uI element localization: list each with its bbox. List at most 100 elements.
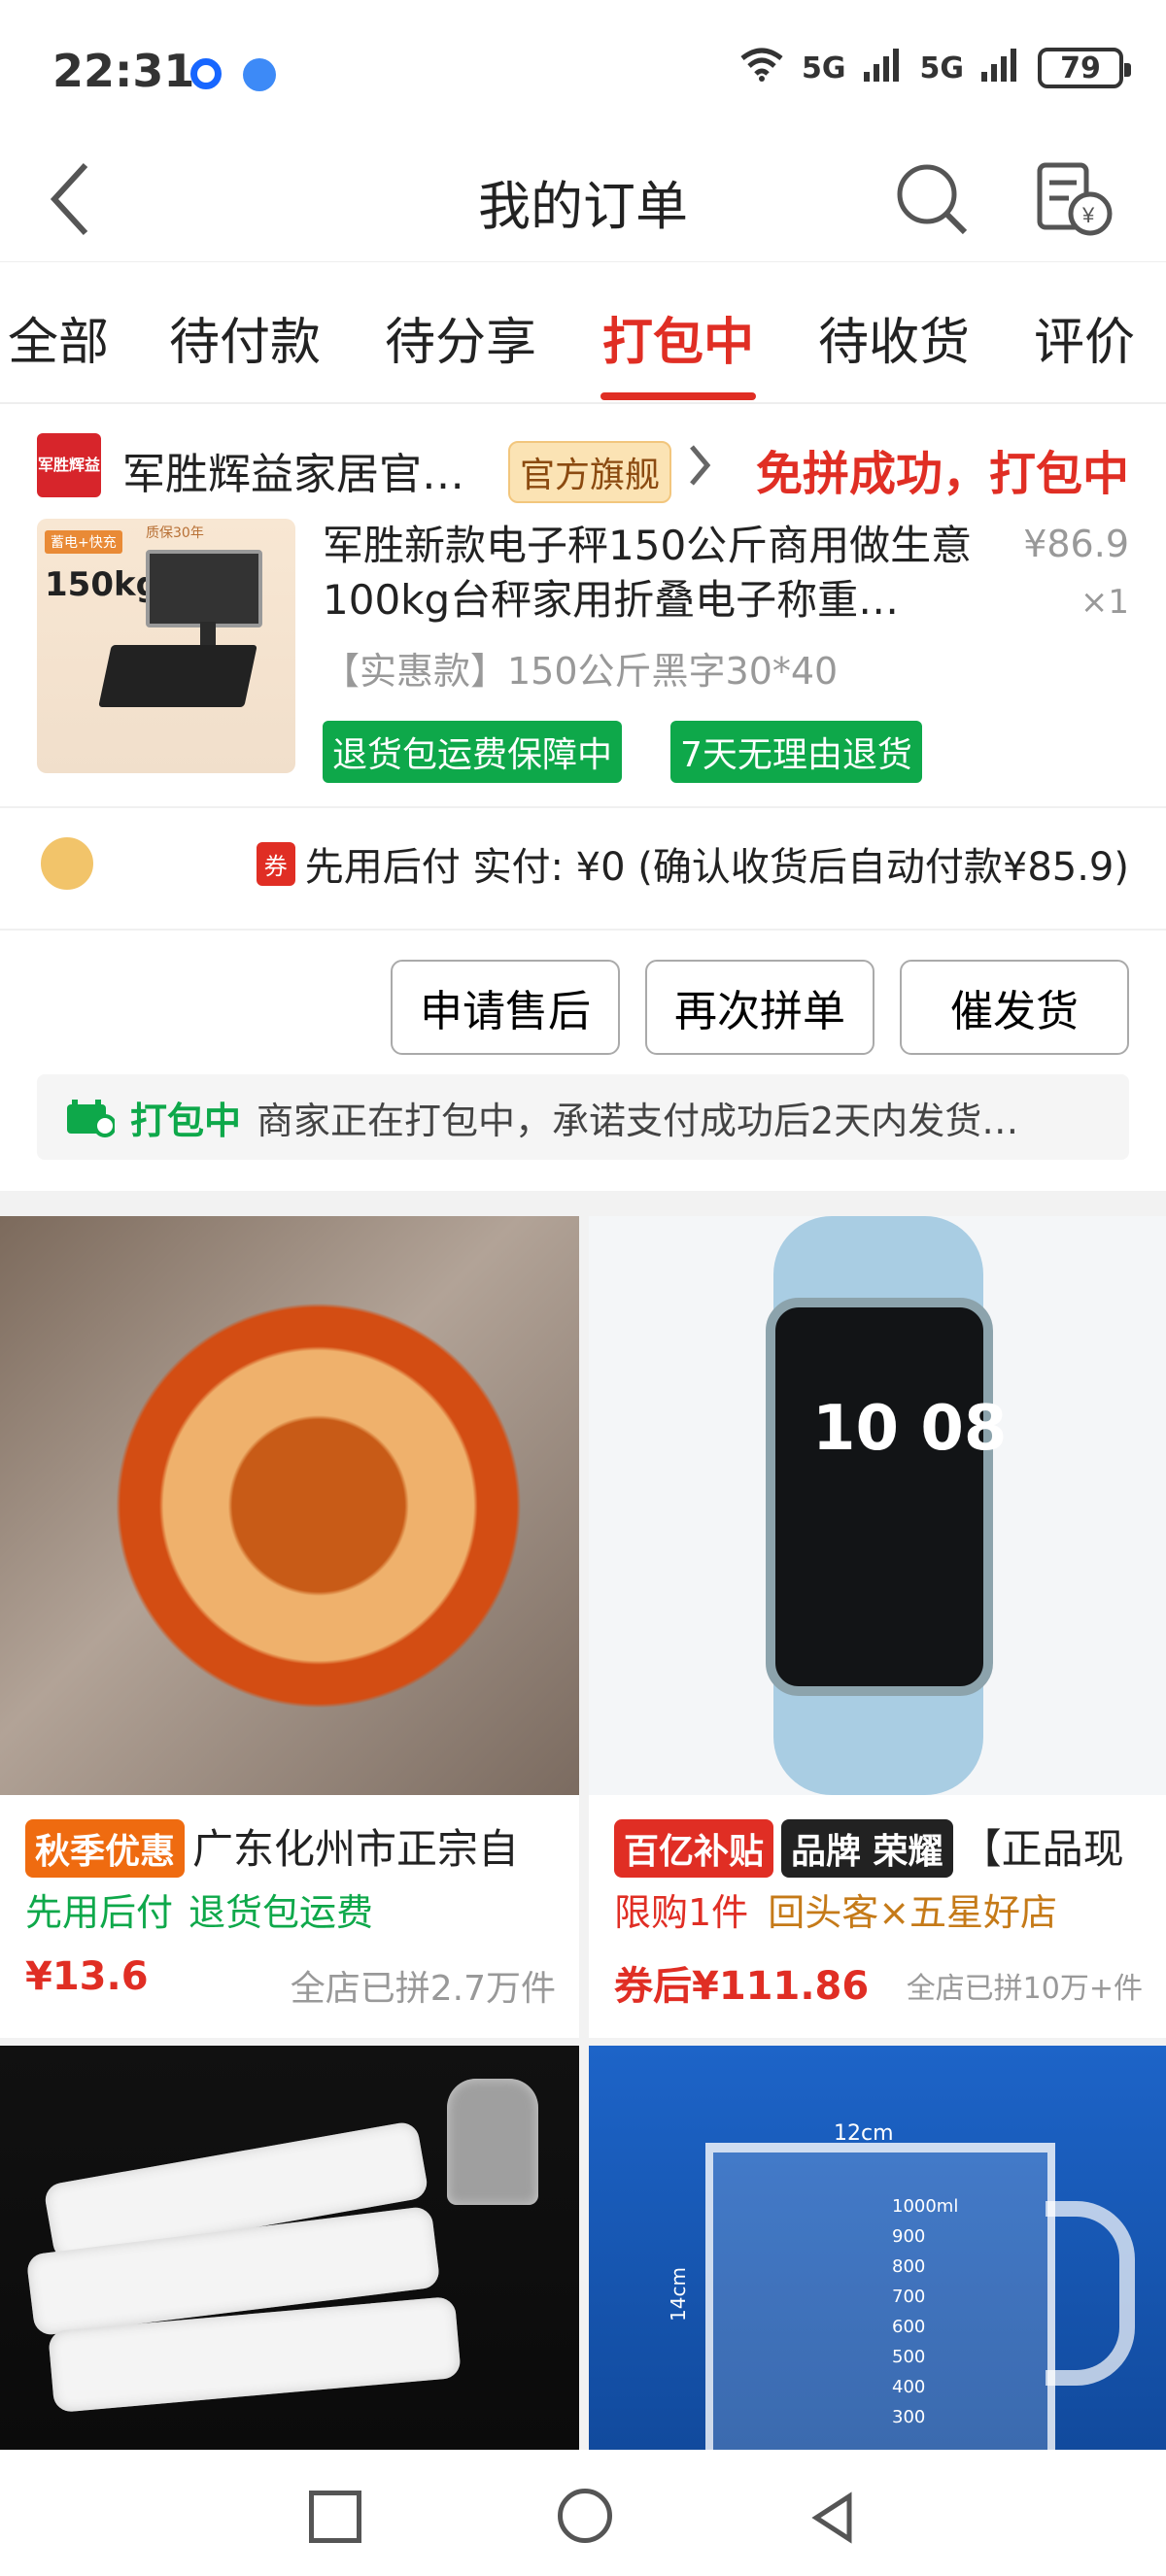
shipping-guarantee-tag: 退货包运费保障中	[323, 721, 623, 783]
back-triangle-icon	[811, 2491, 852, 2544]
scale-1000: 1000ml	[892, 2196, 959, 2217]
image-label-top: 蓄电+快充	[45, 530, 122, 554]
scale-600: 600	[892, 2317, 926, 2337]
svg-text:¥: ¥	[1081, 203, 1095, 227]
scale-300: 300	[892, 2407, 926, 2427]
back-system-button[interactable]	[805, 2489, 863, 2547]
recommendation-tile-2[interactable]: 10 08 百亿补贴 品牌 荣耀 【正品现 限购1件 回头客×五星好店 券后¥111.…	[589, 1216, 1166, 2038]
recommendation-sales-1: 全店已拼2.7万件	[290, 1969, 556, 2009]
tab-pending-share[interactable]: 待分享	[385, 301, 536, 374]
recommendation-price-2: 券后¥111.86	[614, 1964, 870, 2009]
recommendation-price-1: ¥13.6	[25, 1954, 149, 1999]
recommendation-tile-4[interactable]: 12cm 1000ml 900 800 700 600 500 400 300 …	[589, 2046, 1166, 2450]
flagship-badge: 官方旗舰	[508, 441, 672, 503]
product-quantity: ×1	[1080, 583, 1129, 622]
network-label-right: 5G	[919, 51, 965, 85]
shop-rating-feature: 回头客×五星好店	[768, 1891, 1058, 1934]
order-card[interactable]: 军胜辉益 军胜辉益家居官… 官方旗舰 免拼成功，打包中 蓄电+快充 150kg …	[0, 404, 1166, 1191]
receipt-yen-icon: ¥	[1037, 162, 1113, 235]
android-navigation-bar	[0, 2450, 1166, 2576]
coupon-badge: 券	[256, 841, 295, 886]
active-tab-indicator	[600, 392, 756, 400]
product-spec: 【实惠款】150公斤黑字30*40	[323, 650, 839, 693]
seasonal-badge: 秋季优惠	[25, 1819, 186, 1878]
image-weight-label: 150kg	[45, 565, 159, 604]
clear-bag	[447, 2079, 538, 2205]
tab-pending-payment[interactable]: 待付款	[169, 301, 321, 374]
search-button[interactable]	[892, 155, 970, 243]
feature-line: 先用后付 退货包运费	[25, 1882, 373, 1936]
shop-name[interactable]: 军胜辉益家居官…	[122, 439, 472, 501]
search-icon	[897, 164, 968, 234]
chevron-right-icon	[690, 445, 711, 486]
home-button[interactable]	[558, 2489, 612, 2543]
shipping-notice: 打包中 商家正在打包中，承诺支付成功后2天内发货…	[37, 1074, 1129, 1160]
order-status: 免拼成功，打包中	[755, 447, 1129, 501]
signal-icon-2	[979, 45, 1022, 91]
recommendation-title-2: 【正品现	[960, 1825, 1124, 1873]
section-gap	[0, 1191, 1166, 1216]
tab-packing[interactable]: 打包中	[602, 301, 754, 374]
section-divider	[0, 806, 1166, 808]
section-divider-2	[0, 929, 1166, 931]
product-image-measuring-cup: 12cm 1000ml 900 800 700 600 500 400 300 …	[589, 2046, 1166, 2450]
scale-display-icon	[146, 550, 262, 627]
product-image-watch: 10 08	[589, 1216, 1166, 1795]
recent-apps-button[interactable]	[309, 2491, 361, 2543]
brand-badge: 品牌 荣耀	[781, 1819, 953, 1878]
tab-all[interactable]: 全部	[8, 301, 109, 374]
app-notification-icon	[190, 58, 222, 89]
shop-row[interactable]: 军胜辉益 军胜辉益家居官… 官方旗舰 免拼成功，打包中	[37, 431, 1129, 503]
scale-700: 700	[892, 2287, 926, 2307]
wifi-icon	[737, 45, 786, 91]
payment-summary: 券 先用后付 实付: ¥0 (确认收货后自动付款¥85.9)	[256, 835, 1129, 892]
shipping-calendar-icon	[67, 1100, 115, 1137]
cup-handle	[1046, 2201, 1135, 2386]
scale-500: 500	[892, 2347, 926, 2367]
product-price: ¥86.9	[1023, 523, 1129, 565]
battery-icon: 79	[1038, 48, 1131, 88]
product-image-bags	[0, 2046, 579, 2450]
avatar	[37, 833, 97, 894]
payment-text: 先用后付 实付: ¥0 (确认收货后自动付款¥85.9)	[304, 845, 1129, 890]
recommendation-tile-3[interactable]	[0, 2046, 579, 2450]
after-sales-button[interactable]: 申请售后	[391, 960, 620, 1055]
top-navigation: 我的订单 ¥	[0, 136, 1166, 262]
limited-purchase-feature: 限购1件	[614, 1891, 749, 1934]
page-title: 我的订单	[478, 176, 688, 237]
status-bar: 22:31 5G 5G 79	[0, 0, 1166, 136]
recommendation-title-1: 广东化州市正宗自	[192, 1825, 520, 1873]
system-status-icons: 5G 5G 79	[737, 45, 1131, 91]
pay-later-feature: 先用后付	[25, 1891, 174, 1934]
scale-platform	[98, 645, 257, 707]
smartwatch-icon	[766, 1298, 993, 1696]
signal-icon	[862, 45, 905, 91]
watch-display-text: 10 08	[812, 1393, 1008, 1465]
product-title[interactable]: 军胜新款电子秤150公斤商用做生意100kg台秤家用折叠电子称重…	[323, 519, 974, 627]
network-label-left: 5G	[802, 51, 846, 85]
notice-text: 商家正在打包中，承诺支付成功后2天内发货…	[257, 1099, 1019, 1142]
recommendation-feed: 秋季优惠 广东化州市正宗自 先用后付 退货包运费 ¥13.6 全店已拼2.7万件 1…	[0, 1216, 1166, 2450]
product-title-line: 秋季优惠 广东化州市正宗自	[25, 1816, 519, 1878]
product-image-scale[interactable]: 蓄电+快充 150kg 质保30年	[37, 519, 295, 773]
notice-status: 打包中	[130, 1099, 242, 1142]
invoice-button[interactable]: ¥	[1028, 153, 1115, 247]
scale-800: 800	[892, 2256, 926, 2277]
order-tabs: 全部 待付款 待分享 打包中 待收货 评价	[0, 262, 1166, 404]
free-return-feature: 退货包运费	[189, 1891, 374, 1934]
reorder-button[interactable]: 再次拼单	[645, 960, 874, 1055]
product-image-pork	[0, 1216, 579, 1795]
measuring-cup-icon	[705, 2143, 1055, 2450]
tab-pending-receipt[interactable]: 待收货	[818, 301, 970, 374]
image-warranty-label: 质保30年	[146, 525, 204, 541]
return-policy-tag: 7天无理由退货	[670, 721, 922, 783]
urge-shipping-button[interactable]: 催发货	[900, 960, 1129, 1055]
tab-review[interactable]: 评价	[1034, 301, 1135, 374]
subsidy-badge: 百亿补贴	[614, 1819, 774, 1878]
product-title-line-2: 百亿补贴 品牌 荣耀 【正品现	[614, 1816, 1124, 1878]
recommendation-tile-1[interactable]: 秋季优惠 广东化州市正宗自 先用后付 退货包运费 ¥13.6 全店已拼2.7万件	[0, 1216, 579, 2038]
shop-logo: 军胜辉益	[37, 433, 101, 497]
scale-400: 400	[892, 2377, 926, 2397]
cup-scale: 1000ml 900 800 700 600 500 400 300	[892, 2191, 958, 2432]
scale-900: 900	[892, 2226, 926, 2247]
